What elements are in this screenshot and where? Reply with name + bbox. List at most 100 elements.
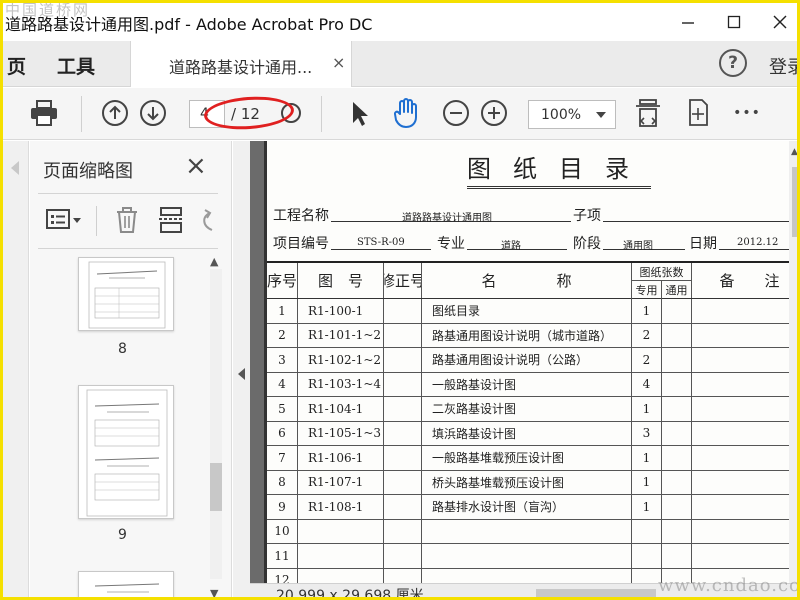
fit-width-icon [636,99,660,127]
table-cell-general [661,470,691,494]
menu-tools[interactable]: 工具 [57,52,95,79]
print-icon [31,100,57,126]
table-cell-general [661,372,691,396]
help-icon[interactable]: ? [719,49,747,77]
table-row: 10 [267,519,797,544]
table-cell-remarks [691,519,797,543]
print-button[interactable] [27,96,61,130]
select-tool-button[interactable] [342,96,376,130]
thumbnail-page-8[interactable] [78,257,174,331]
table-cell-general [661,421,691,445]
more-tools-icon[interactable]: ••• [730,96,764,130]
thumbnail-page-10[interactable] [78,571,174,597]
hand-tool-button[interactable] [389,96,423,130]
scroll-track [210,269,222,579]
rotate-view-button[interactable] [681,96,715,130]
next-page-button[interactable] [136,96,170,130]
minimize-button[interactable] [675,9,701,35]
tools-divider [96,206,97,236]
cursor-arrow-icon [353,102,368,126]
collapse-arrow-icon[interactable] [238,368,245,380]
login-link[interactable]: 登录 [769,53,797,79]
tab-close-icon[interactable]: × [332,53,345,72]
table-cell-rev [383,397,421,421]
document-view[interactable]: 图纸目录 工程名称 道路路基设计通用图 子项 项目编号 STS-R-09 专业 … [250,141,797,583]
table-cell-remarks [691,421,797,445]
options-list-icon [46,209,81,229]
table-cell-name: 路基排水设计图（盲沟） [421,495,631,519]
title-bar: 中国道桥网 道路路基设计通用图.pdf - Adobe Acrobat Pro … [3,3,797,41]
project-no-value: STS-R-09 [357,237,405,248]
insert-page-button[interactable] [158,206,184,238]
table-body: 1 R1-100-1 图纸目录 1 2 R1-101-1~2 路基通用图设计说明（城市道路）… [267,299,797,583]
close-window-button[interactable] [767,9,793,35]
underline [603,221,797,222]
table-cell-general [661,495,691,519]
table-cell-count [631,568,661,583]
scroll-thumb[interactable] [210,463,222,511]
table-cell-seq: 5 [278,401,286,416]
project-name-value: 道路路基设计通用图 [402,213,492,224]
thumbnail-scrollbar[interactable]: ▲ ▼ [204,253,224,597]
table-cell-count: 1 [631,446,661,470]
minus-circle-icon [443,100,469,126]
table-cell-general [661,397,691,421]
horizontal-scroll-thumb[interactable] [536,589,656,597]
zoom-out-button[interactable] [439,96,473,130]
scroll-up-icon[interactable]: ▲ [791,147,797,157]
table-row: 9 R1-108-1 路基排水设计图（盲沟） 1 [267,495,797,520]
thumbnail-preview [86,389,168,517]
insert-pages-icon [159,207,183,233]
window-title: 道路路基设计通用图.pdf - Adobe Acrobat Pro DC [5,15,373,34]
close-panel-icon[interactable]: × [185,151,207,181]
table-cell-count: 1 [631,397,661,421]
document-tab[interactable]: 道路路基设计通用... × [130,41,352,87]
table-row: 5 R1-104-1 二灰路基设计图 1 [267,397,797,422]
table-cell-no: R1-107-1 [297,470,383,494]
header-sheets: 图纸张数 [631,263,691,281]
zoom-level-select[interactable]: 100% [528,100,616,129]
scroll-up-icon[interactable]: ▲ [210,255,218,268]
hand-icon [394,98,417,128]
table-cell-name: 图纸目录 [421,299,631,323]
navigation-strip [3,141,29,597]
table-cell-no: R1-101-1~2 [297,323,383,347]
pdf-page: 图纸目录 工程名称 道路路基设计通用图 子项 项目编号 STS-R-09 专业 … [264,141,797,583]
thumbnail-options-button[interactable] [46,208,82,236]
maximize-button[interactable] [721,9,747,35]
table-row: 11 [267,544,797,569]
undo-button[interactable] [198,208,218,236]
table-cell-rev [383,348,421,372]
delete-page-button[interactable] [114,206,140,238]
zoom-in-button[interactable] [477,96,511,130]
table-header-row: 序号 图 号 修正号 名 称 图纸张数 专用 通用 备 注 [267,263,797,299]
thumbnail-preview [94,583,160,593]
thumbnail-page-number: 9 [118,527,127,543]
previous-page-button[interactable] [98,96,132,130]
table-cell-no: R1-108-1 [297,495,383,519]
toolbar-divider [81,96,82,132]
table-cell-general [661,544,691,568]
stage-label: 阶段 [573,236,601,252]
document-scrollbar[interactable]: ▲ [789,141,797,583]
header-general: 通用 [661,281,691,299]
table-cell-name: 路基通用图设计说明（公路） [421,348,631,372]
table-cell-no: R1-104-1 [297,397,383,421]
scroll-thumb[interactable] [792,167,797,237]
table-row: 7 R1-106-1 一般路基堆载预压设计图 1 [267,446,797,471]
menu-home[interactable]: 页 [7,52,26,79]
arrow-down-circle-icon [140,100,166,126]
header-drawing-no: 图 号 [297,263,383,298]
table-cell-rev [383,446,421,470]
date-value: 2012.12 [737,237,779,248]
table-cell-seq: 3 [278,352,286,367]
panel-collapse-bar[interactable] [233,141,250,597]
toolbar-divider [321,96,322,132]
thumbnail-page-9[interactable] [78,385,174,519]
scroll-down-icon[interactable]: ▼ [210,587,218,597]
table-cell-count: 3 [631,421,661,445]
table-cell-rev [383,323,421,347]
project-name-label: 工程名称 [273,208,329,224]
fit-page-button[interactable] [631,96,665,130]
discipline-value: 道路 [501,241,521,252]
